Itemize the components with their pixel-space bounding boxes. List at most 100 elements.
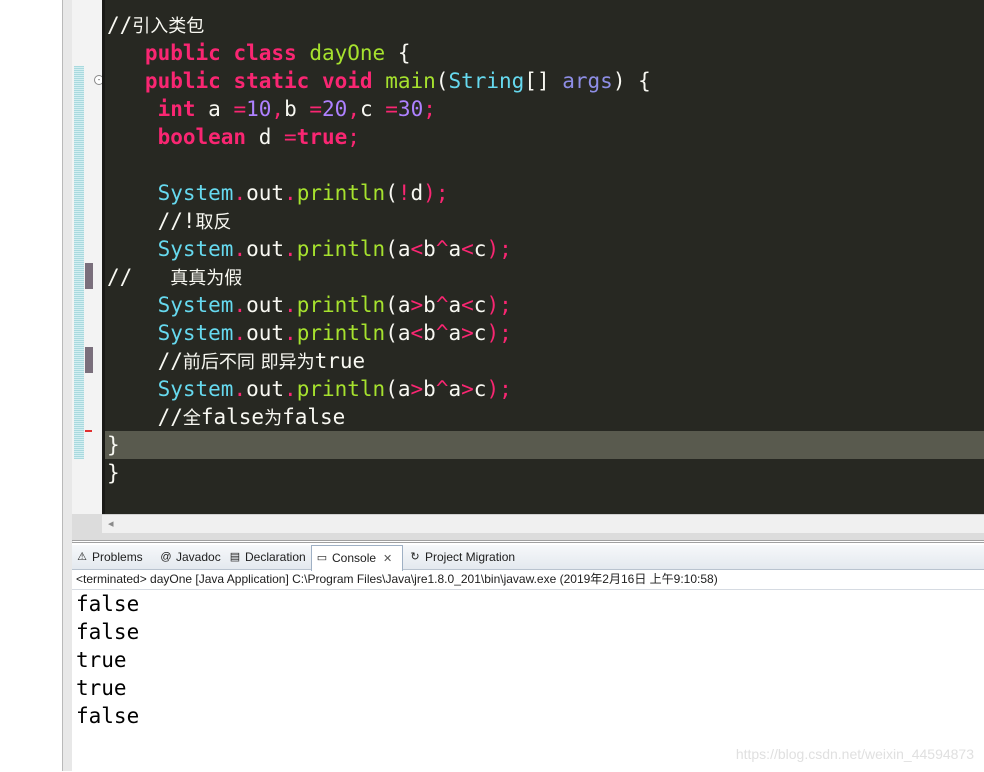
tab-label: Console — [332, 551, 377, 565]
code-token: args — [562, 69, 613, 93]
code-token: println — [296, 377, 386, 401]
console-status: <terminated> dayOne [Java Application] C… — [76, 572, 718, 586]
code-token: ); — [423, 181, 449, 205]
code-token: false — [200, 405, 265, 429]
console-output-line: false — [76, 592, 140, 616]
code-token: . — [233, 181, 247, 205]
code-token: true — [296, 125, 348, 149]
javadoc-icon: @ — [160, 551, 172, 563]
code-token: . — [284, 377, 297, 401]
code-token: (a — [385, 377, 411, 401]
code-token: (a — [385, 237, 411, 261]
console-panel: ⚠ Problems @ Javadoc ▤ Declaration ▭ Console ✕ ↻ P… — [72, 542, 984, 772]
code-line[interactable]: //引入类包 — [107, 11, 204, 39]
console-output[interactable]: false false true true false — [76, 590, 139, 730]
code-token: ) { — [612, 69, 651, 93]
problems-icon: ⚠ — [77, 551, 87, 563]
code-line[interactable]: public class dayOne { — [107, 39, 411, 67]
code-line[interactable]: System.out.println(!d); — [107, 179, 449, 207]
console-output-line: true — [76, 676, 127, 700]
code-text-area[interactable]: //引入类包 public class dayOne { public stat… — [102, 0, 984, 514]
tab-declaration[interactable]: ▤ Declaration — [225, 545, 307, 569]
code-token: (a — [385, 321, 411, 345]
code-token: > — [461, 377, 474, 401]
code-token: } — [107, 461, 120, 485]
code-line[interactable]: public static void main(String[] args) { — [107, 67, 651, 95]
tab-label: Declaration — [245, 550, 306, 564]
tab-problems[interactable]: ⚠ Problems — [72, 545, 152, 569]
code-token: ^ — [435, 377, 449, 401]
code-line[interactable]: } — [107, 459, 120, 487]
code-token: String — [448, 69, 525, 93]
declaration-icon: ▤ — [229, 551, 241, 563]
code-token: ^ — [435, 293, 449, 317]
error-marker — [85, 430, 92, 432]
code-line[interactable]: //!取反 — [107, 207, 232, 235]
code-token: ); — [486, 321, 512, 345]
code-line[interactable]: boolean d =true; — [107, 123, 360, 151]
code-token: ; — [423, 97, 436, 121]
code-token: public — [107, 41, 221, 65]
code-token: . — [233, 293, 247, 317]
code-token: b — [284, 97, 310, 121]
tab-project-migration[interactable]: ↻ Project Migration — [405, 545, 530, 569]
code-editor[interactable]: - //引入类包 public class dayOne { public st… — [72, 0, 984, 541]
code-token: // — [107, 405, 183, 429]
console-output-line: true — [76, 648, 127, 672]
tab-label: Problems — [92, 550, 143, 564]
code-token: < — [461, 293, 474, 317]
code-line[interactable]: System.out.println(a>b^a>c); — [107, 375, 512, 403]
code-token: out — [246, 293, 285, 317]
tab-console[interactable]: ▭ Console ✕ — [311, 545, 403, 571]
code-token: a — [195, 97, 234, 121]
code-token: . — [284, 293, 297, 317]
code-token: true — [314, 349, 366, 373]
code-token: // — [107, 265, 171, 289]
code-token: < — [410, 321, 424, 345]
code-line[interactable]: int a =10,b =20,c =30; — [107, 95, 436, 123]
code-token: int — [107, 97, 196, 121]
code-token: c — [473, 377, 487, 401]
code-token: println — [296, 293, 386, 317]
console-output-line: false — [76, 620, 140, 644]
tab-javadoc[interactable]: @ Javadoc — [156, 545, 221, 569]
code-token: System — [107, 237, 234, 261]
code-token: c — [359, 97, 386, 121]
code-token: . — [284, 237, 297, 261]
code-token: static — [233, 69, 310, 93]
code-line[interactable]: //全false为false — [107, 403, 346, 431]
code-token: boolean — [107, 125, 247, 149]
code-line[interactable]: } — [107, 431, 120, 459]
code-token: , — [271, 97, 285, 121]
code-line[interactable]: System.out.println(a>b^a<c); — [107, 291, 512, 319]
code-token: System — [107, 181, 234, 205]
code-line[interactable]: System.out.println(a<b^a>c); — [107, 319, 512, 347]
code-token: ^ — [435, 321, 449, 345]
code-token: ; — [347, 125, 360, 149]
code-token: { — [385, 41, 411, 65]
editor-horizontal-scrollbar[interactable]: ◂ — [102, 514, 984, 533]
code-token: a — [448, 293, 462, 317]
code-token: out — [246, 321, 285, 345]
code-token: false — [282, 405, 346, 429]
scroll-left-icon[interactable]: ◂ — [108, 517, 114, 530]
code-token: println — [296, 321, 386, 345]
close-icon[interactable]: ✕ — [383, 553, 392, 565]
code-token: System — [107, 377, 234, 401]
code-token: class — [233, 41, 297, 65]
code-token: System — [107, 321, 234, 345]
console-icon: ▭ — [316, 552, 328, 564]
occurrence-marker — [85, 263, 93, 289]
tab-label: Javadoc — [176, 550, 221, 564]
code-token: , — [347, 97, 360, 121]
code-token: public — [107, 69, 221, 93]
code-token: 20 — [322, 97, 348, 121]
occurrence-marker — [85, 347, 93, 373]
code-line[interactable]: // 真真为假 — [107, 263, 242, 291]
code-line[interactable]: System.out.println(a<b^a<c); — [107, 235, 512, 263]
code-token: a — [448, 237, 462, 261]
code-token: b — [423, 293, 436, 317]
code-line[interactable]: //前后不同 即异为true — [107, 347, 366, 375]
